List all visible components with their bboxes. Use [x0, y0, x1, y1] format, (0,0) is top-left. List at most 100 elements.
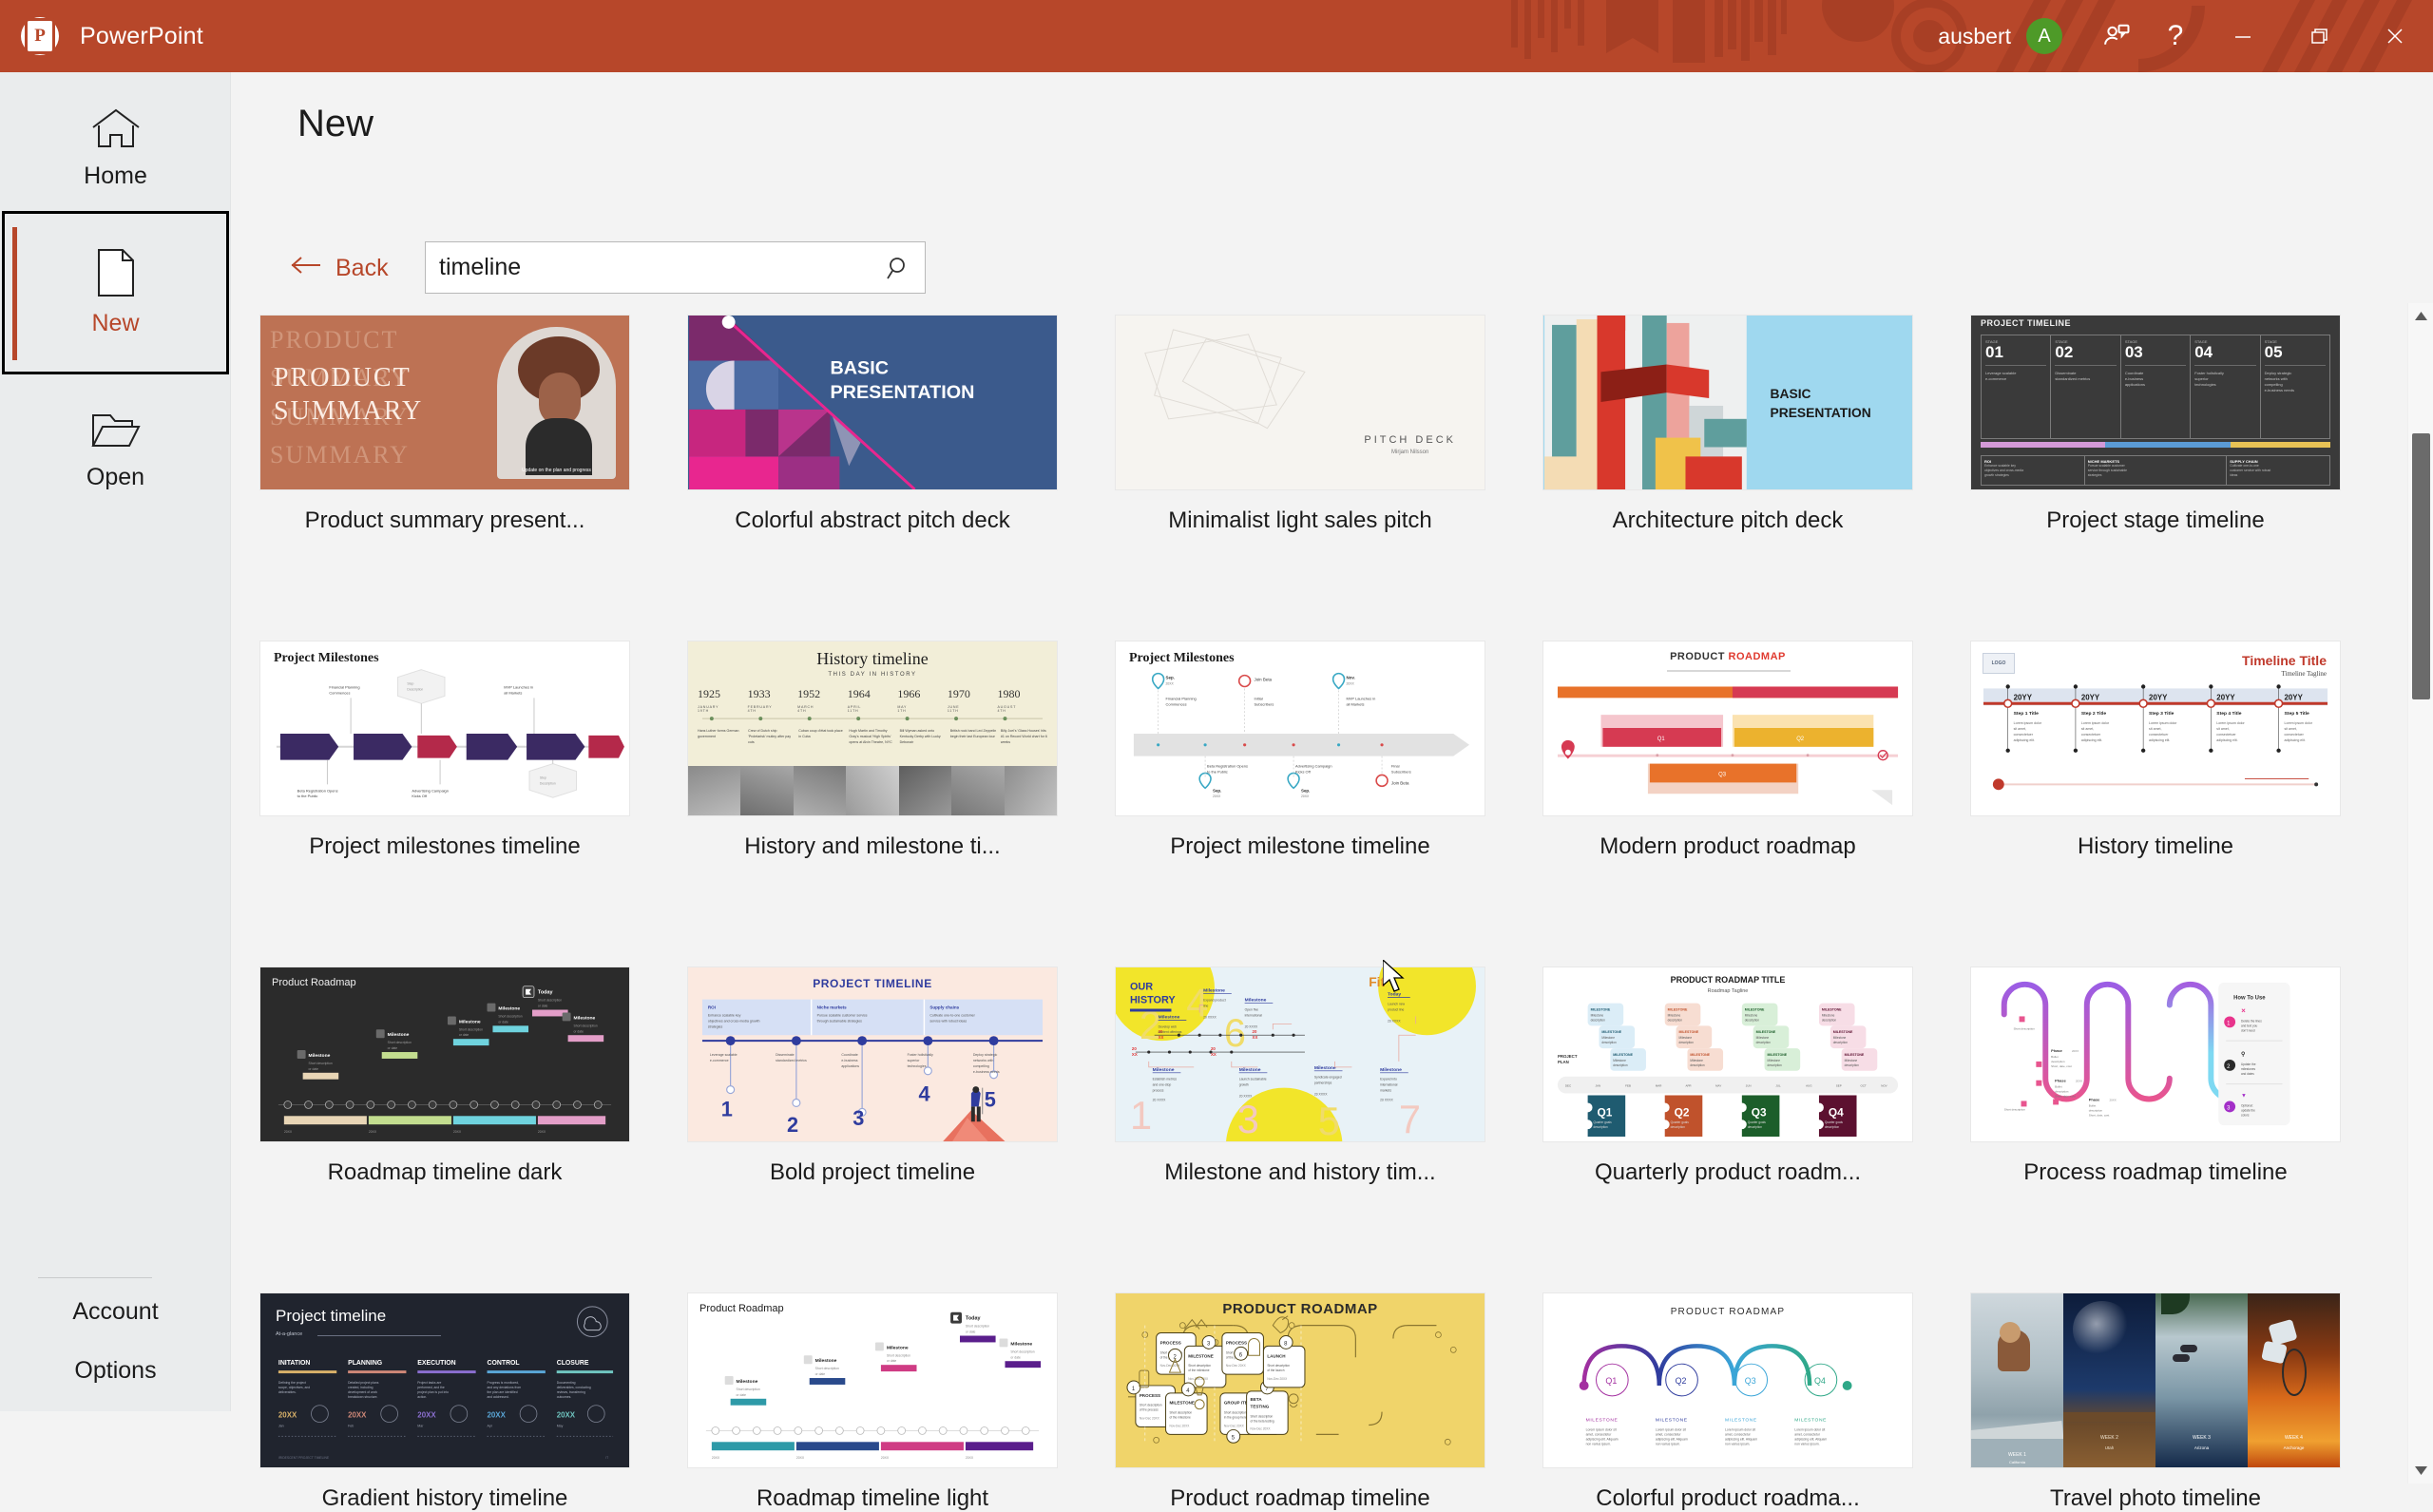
svg-text:Milestone: Milestone: [1845, 1059, 1858, 1062]
template-thumbnail: WEEK 1 California WEEK 2 Utah WEEK 3 Ari…: [1970, 1292, 2341, 1468]
restore-button[interactable]: [2281, 0, 2357, 72]
svg-text:20XX: 20XX: [417, 1411, 436, 1420]
template-card-roadmap-timeline-dark[interactable]: Product Roadmap Milestone Short descript…: [231, 967, 659, 1186]
sidebar-item-open[interactable]: Open: [0, 388, 231, 513]
template-card-product-roadmap-timeline[interactable]: PRODUCT ROADMAP PROCESS Short descriptio…: [1086, 1292, 1514, 1512]
template-caption: Product summary present...: [304, 507, 585, 533]
template-card-gradient-history-timeline[interactable]: Project timeline At-a-glance INITATION D…: [231, 1292, 659, 1512]
template-card-colorful-product-roadmap[interactable]: PRODUCT ROADMAP Q1 Q2 Q3 Q4 MILESTONE Lo…: [1514, 1292, 1942, 1512]
template-card-product-summary[interactable]: PRODUCT SUMMARY SUMMARY SUMMARY PRODUCT SUMM…: [231, 315, 659, 534]
svg-text:description: description: [1833, 1041, 1849, 1044]
svg-text:20YY: 20YY: [2285, 693, 2304, 701]
template-card-project-stage-timeline[interactable]: PROJECT TIMELINE STAGE 01 Leverage scalab…: [1942, 315, 2369, 534]
svg-text:SEP: SEP: [1836, 1084, 1842, 1088]
svg-text:Syndicate engaged: Syndicate engaged: [1314, 1076, 1342, 1080]
template-card-history-and-milestone[interactable]: History timeline THIS DAY IN HISTORY 192…: [659, 641, 1086, 860]
svg-text:Milestone: Milestone: [574, 1015, 596, 1021]
svg-text:description: description: [1748, 1125, 1763, 1129]
search-input[interactable]: [426, 254, 873, 281]
svg-text:and any deviations from: and any deviations from: [488, 1386, 522, 1389]
scroll-up-icon[interactable]: [2408, 303, 2433, 329]
svg-text:20XX: 20XX: [369, 1130, 377, 1134]
svg-text:Step 2 Title: Step 2 Title: [2081, 711, 2107, 717]
close-button[interactable]: [2357, 0, 2433, 72]
svg-text:Lorem ipsum dolor: Lorem ipsum dolor: [2081, 721, 2110, 725]
svg-text:EXECUTION: EXECUTION: [417, 1360, 455, 1367]
svg-text:IT: IT: [605, 1456, 608, 1460]
template-card-project-milestone-timeline[interactable]: Project Milestones Sep. 20XX Join Beta N…: [1086, 641, 1514, 860]
template-card-modern-product-roadmap[interactable]: PRODUCT ROADMAP Q1 Q2 Q3 Modern product …: [1514, 641, 1942, 860]
svg-text:Nov.: Nov.: [1346, 676, 1354, 680]
sidebar-item-open-label: Open: [86, 464, 145, 490]
svg-text:JAN: JAN: [1596, 1084, 1601, 1088]
svg-text:adipiscing elit. Aliquam: adipiscing elit. Aliquam: [1586, 1437, 1619, 1441]
template-caption: Roadmap timeline light: [756, 1485, 989, 1511]
svg-text:20 XXXX: 20 XXXX: [1245, 1024, 1258, 1028]
sidebar-item-home-label: Home: [84, 163, 147, 189]
svg-text:Disseminate: Disseminate: [776, 1053, 795, 1057]
svg-text:to the Public: to the Public: [1207, 769, 1228, 774]
svg-text:consectetuer: consectetuer: [2081, 733, 2101, 737]
sidebar-bottom: Account Options: [0, 1277, 231, 1411]
svg-text:service with robust ideas: service with robust ideas: [929, 1019, 967, 1023]
scroll-down-icon[interactable]: [2408, 1458, 2433, 1483]
scroll-thumb[interactable]: [2412, 433, 2430, 699]
svg-text:description: description: [1613, 1063, 1628, 1067]
svg-text:description: description: [1679, 1041, 1695, 1044]
sidebar-item-new[interactable]: New: [2, 211, 229, 374]
svg-text:MILESTONE: MILESTONE: [1656, 1418, 1688, 1424]
template-card-minimalist-light[interactable]: PITCH DECK Mirjam Nilsson Minimalist lig…: [1086, 315, 1514, 534]
template-card-roadmap-timeline-light[interactable]: Product Roadmap Milestone Short descript…: [659, 1292, 1086, 1512]
back-button[interactable]: Back: [290, 255, 389, 282]
svg-text:Milestone: Milestone: [1245, 998, 1267, 1004]
svg-text:▼: ▼: [2241, 1094, 2247, 1100]
template-thumbnail: PITCH DECK Mirjam Nilsson: [1115, 315, 1485, 490]
svg-text:technologies: technologies: [908, 1064, 927, 1068]
template-card-architecture[interactable]: BASIC PRESENTATION Architecture pitch de…: [1514, 315, 1942, 534]
svg-text:Q1: Q1: [1605, 1376, 1617, 1386]
search-box[interactable]: [425, 241, 926, 294]
svg-text:to the Public: to the Public: [297, 794, 318, 798]
template-caption: Modern product roadmap: [1600, 833, 1856, 859]
template-card-milestone-and-history[interactable]: 1 2 3 4 5 6 7 OUR HISTORY 20 XX 20 XX 20…: [1086, 967, 1514, 1186]
svg-text:or date: or date: [459, 1033, 469, 1037]
svg-text:Q4: Q4: [1814, 1376, 1826, 1386]
svg-text:Lorem ipsum dolor: Lorem ipsum dolor: [2149, 721, 2177, 725]
svg-text:consectetuer: consectetuer: [2149, 733, 2169, 737]
template-card-process-roadmap-timeline[interactable]: Short description Phase 20XX Bullet desc…: [1942, 967, 2369, 1186]
sidebar-item-account[interactable]: Account: [0, 1278, 231, 1345]
template-caption: Project milestone timeline: [1170, 833, 1430, 859]
svg-text:Today: Today: [966, 1316, 981, 1322]
svg-text:Milestone: Milestone: [1745, 1013, 1758, 1017]
search-button[interactable]: [873, 242, 925, 293]
template-card-project-milestones-timeline[interactable]: Project Milestones Financial Planning Co…: [231, 641, 659, 860]
template-card-quarterly-product-roadmap[interactable]: PRODUCT ROADMAP TITLE Roadmap Tagline PR…: [1514, 967, 1942, 1186]
vertical-scrollbar[interactable]: [2407, 303, 2433, 1483]
svg-text:1: 1: [1130, 1093, 1152, 1138]
svg-text:Enhance scalable key: Enhance scalable key: [708, 1013, 741, 1017]
template-card-travel-photo-timeline[interactable]: WEEK 1 California WEEK 2 Utah WEEK 3 Ari…: [1942, 1292, 2369, 1512]
scrollbar-track[interactable]: [2408, 329, 2433, 1458]
svg-text:DEC: DEC: [1565, 1084, 1572, 1088]
help-button[interactable]: ?: [2146, 0, 2205, 72]
svg-text:Kicks Off: Kicks Off: [1295, 769, 1312, 774]
template-card-bold-project-timeline[interactable]: PROJECT TIMELINE ROI Enhance scalable ke…: [659, 967, 1086, 1186]
sidebar-item-home[interactable]: Home: [0, 86, 231, 211]
avatar[interactable]: A: [2026, 18, 2062, 54]
back-button-label: Back: [335, 255, 389, 281]
svg-text:Milestone: Milestone: [459, 1019, 481, 1024]
svg-text:Milestone: Milestone: [1153, 1067, 1175, 1073]
svg-text:Bullet: Bullet: [2089, 1103, 2097, 1107]
template-caption: Gradient history timeline: [321, 1485, 568, 1511]
template-card-history-timeline[interactable]: LOGO Timeline Title Timeline Tagline 20Y…: [1942, 641, 2369, 860]
minimize-button[interactable]: [2205, 0, 2281, 72]
person-add-icon[interactable]: [2087, 0, 2146, 72]
svg-text:adipiscing elit.: adipiscing elit.: [2014, 738, 2035, 742]
user-name[interactable]: ausbert: [1938, 24, 2011, 49]
svg-text:TESTING: TESTING: [1251, 1405, 1270, 1409]
svg-text:content offerings: content offerings: [1159, 1030, 1182, 1034]
svg-text:reviews, transferring: reviews, transferring: [557, 1390, 585, 1394]
template-card-colorful-abstract[interactable]: BASIC PRESENTATION Colorful abstract pit…: [659, 315, 1086, 534]
sidebar-item-options[interactable]: Options: [0, 1345, 231, 1411]
svg-text:Lorem ipsum dolor: Lorem ipsum dolor: [2216, 721, 2245, 725]
